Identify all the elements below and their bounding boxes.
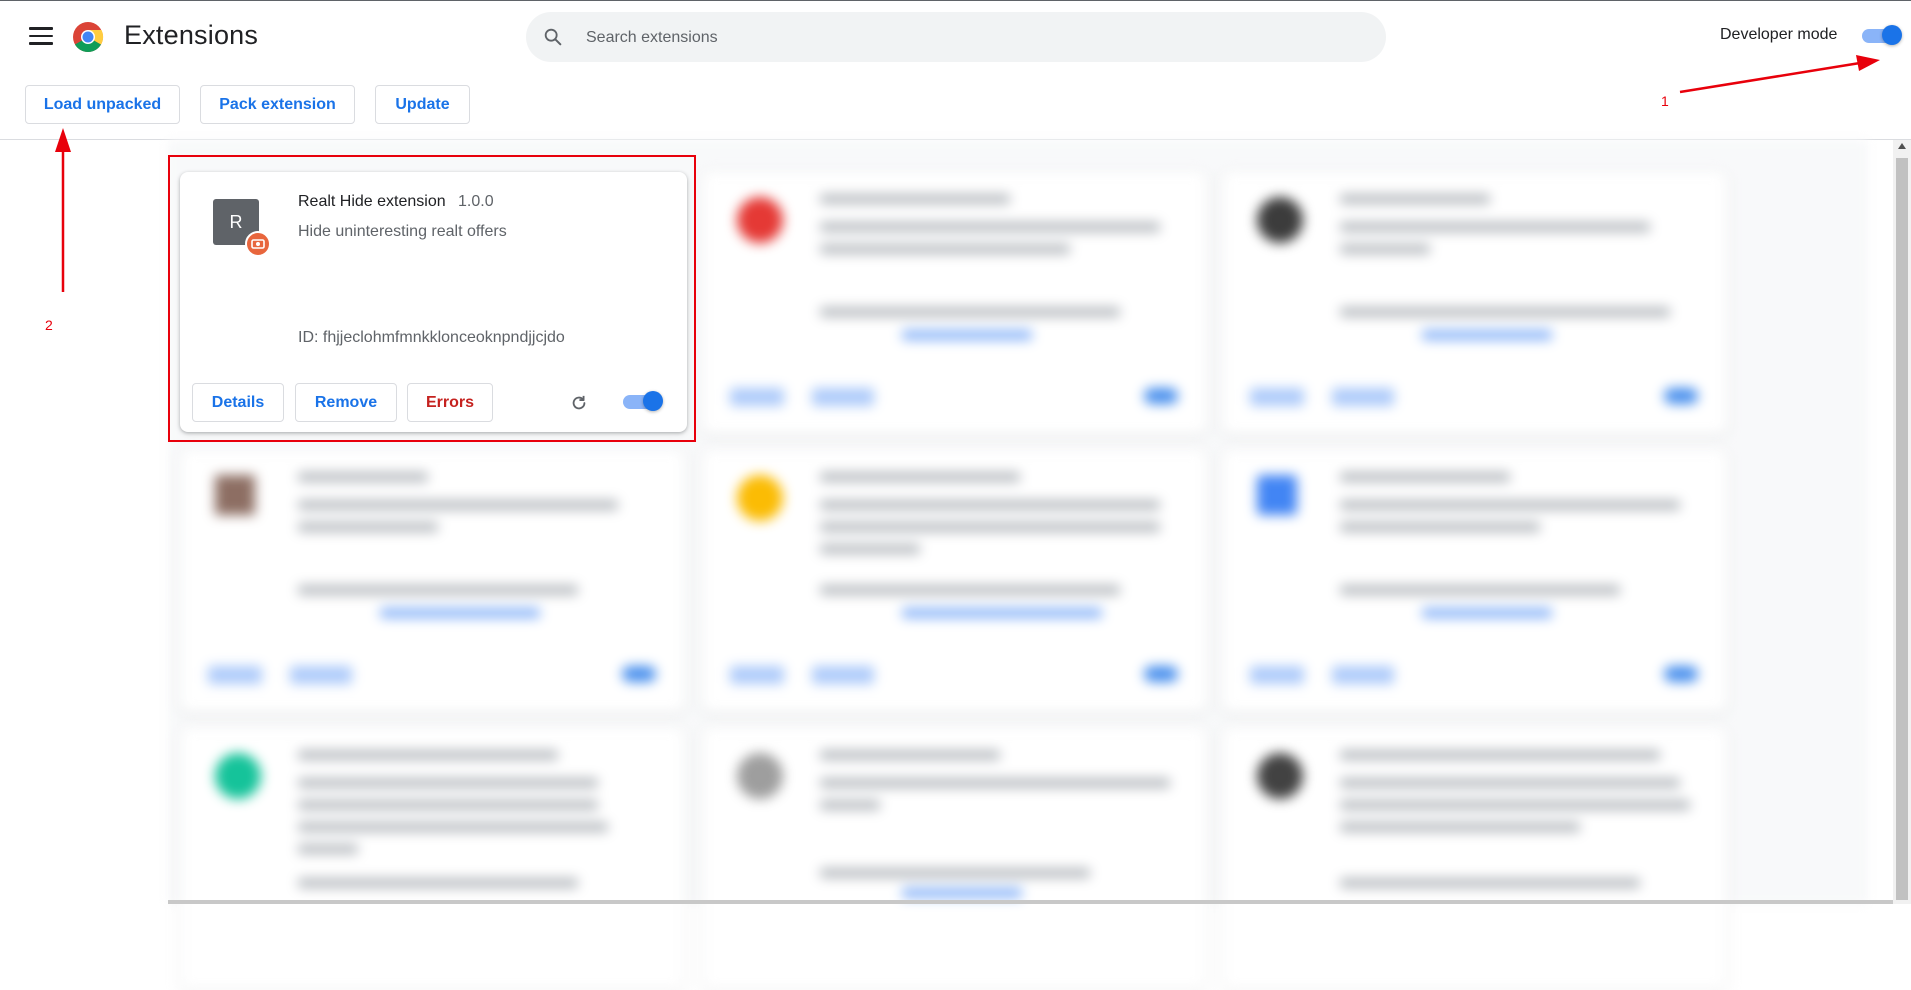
search-bar[interactable]	[526, 12, 1386, 64]
extensions-header: Extensions Developer mode	[0, 1, 1911, 73]
load-unpacked-button[interactable]: Load unpacked	[25, 85, 180, 124]
annotation-highlight-box	[168, 155, 696, 442]
chrome-logo-icon	[73, 22, 104, 53]
blurred-extension-card	[180, 450, 685, 712]
blurred-extension-card	[702, 172, 1207, 434]
scrollbar-thumb[interactable]	[1896, 158, 1908, 900]
hamburger-menu-icon[interactable]	[29, 27, 53, 47]
scroll-up-arrow-icon[interactable]	[1898, 143, 1906, 149]
page-scrollbar[interactable]	[1893, 140, 1911, 904]
page-title: Extensions	[124, 20, 259, 50]
search-input[interactable]	[584, 12, 1368, 64]
annotation-label-1: 1	[1661, 93, 1669, 109]
horizontal-scroll-edge	[168, 900, 1893, 904]
update-button[interactable]: Update	[375, 85, 470, 124]
developer-mode-toggle[interactable]	[1862, 25, 1902, 45]
annotation-label-2: 2	[45, 317, 53, 333]
blurred-extension-card	[1222, 172, 1727, 434]
search-icon	[544, 28, 562, 46]
pack-extension-button[interactable]: Pack extension	[200, 85, 355, 124]
blurred-extension-card	[1222, 728, 1727, 990]
blurred-extension-card	[702, 450, 1207, 712]
blurred-extension-card	[702, 728, 1207, 990]
blurred-extension-card	[1222, 450, 1727, 712]
blurred-extension-card	[180, 728, 685, 990]
developer-mode-label: Developer mode	[1720, 26, 1838, 43]
